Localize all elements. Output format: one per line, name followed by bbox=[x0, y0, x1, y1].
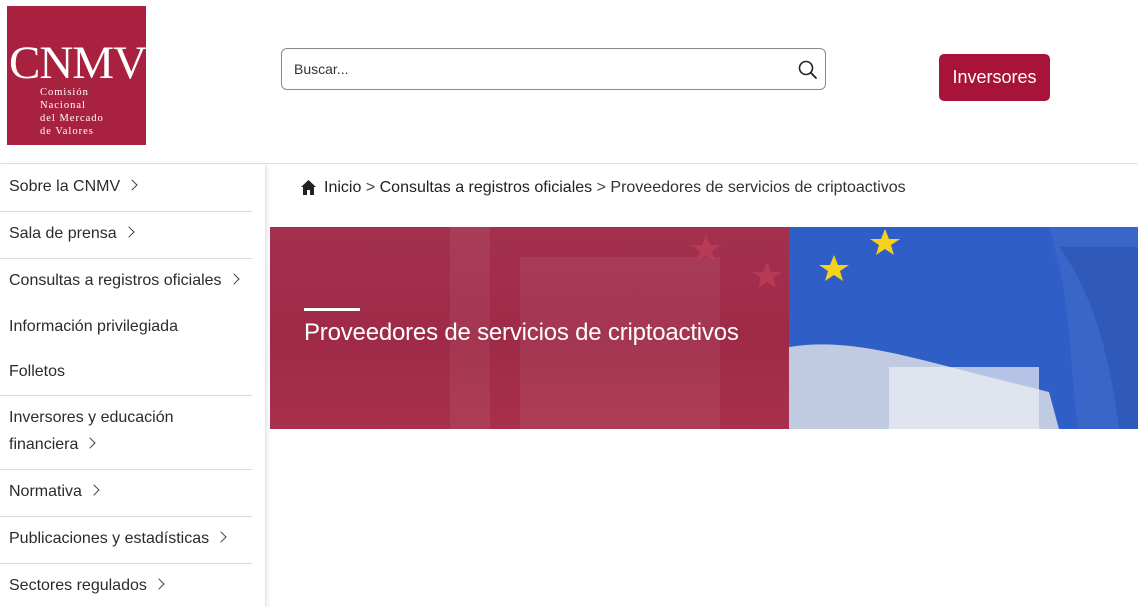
chevron-right-icon bbox=[84, 437, 97, 449]
sidebar-item-label: Sala de prensa bbox=[9, 225, 117, 242]
chevron-right-icon bbox=[215, 531, 227, 543]
breadcrumb-current: Proveedores de servicios de criptoactivo… bbox=[610, 179, 906, 196]
eu-flag-image bbox=[789, 227, 1138, 429]
divider bbox=[0, 563, 252, 564]
search-icon[interactable] bbox=[797, 59, 819, 81]
sidebar-item-label: Información privilegiada bbox=[9, 318, 178, 335]
site-header: CNMV Comisión Nacional del Mercado de Va… bbox=[0, 0, 1138, 164]
divider bbox=[0, 258, 252, 259]
sidebar-item-label: Sectores regulados bbox=[9, 577, 147, 594]
sidebar-item-sala-de-prensa[interactable]: Sala de prensa bbox=[9, 220, 252, 247]
logo-line: Nacional bbox=[40, 100, 86, 111]
logo-line: del Mercado bbox=[40, 113, 104, 124]
sidebar-item-label: Folletos bbox=[9, 363, 66, 380]
sidebar-item-consultas[interactable]: Consultas a registros oficiales bbox=[9, 267, 269, 294]
title-accent-line bbox=[304, 308, 360, 311]
chevron-right-icon bbox=[153, 578, 165, 590]
banner-overlay: Proveedores de servicios de criptoactivo… bbox=[270, 227, 789, 429]
sidebar-item-label-line2: financiera bbox=[9, 436, 79, 453]
cnmv-logo[interactable]: CNMV Comisión Nacional del Mercado de Va… bbox=[7, 6, 147, 145]
home-icon[interactable] bbox=[300, 179, 317, 196]
logo-line: Comisión bbox=[40, 87, 89, 98]
chevron-right-icon bbox=[126, 179, 138, 191]
investors-button[interactable]: Inversores bbox=[939, 54, 1050, 101]
sidebar-item-normativa[interactable]: Normativa bbox=[9, 478, 252, 505]
page-title: Proveedores de servicios de criptoactivo… bbox=[304, 319, 739, 346]
sidebar-item-sobre-la-cnmv[interactable]: Sobre la CNMV bbox=[9, 173, 252, 200]
search-input[interactable] bbox=[294, 58, 784, 80]
sidebar-item-label-line1: Inversores y educación bbox=[9, 409, 174, 426]
sidebar-item-informacion-privilegiada[interactable]: Información privilegiada bbox=[9, 313, 252, 340]
divider bbox=[0, 395, 252, 396]
divider bbox=[0, 211, 252, 212]
sidebar-item-label: Consultas a registros oficiales bbox=[9, 272, 222, 289]
sidebar-item-folletos[interactable]: Folletos bbox=[9, 358, 252, 385]
search-box bbox=[281, 48, 826, 90]
chevron-right-icon bbox=[88, 484, 100, 496]
breadcrumb-consultas-link[interactable]: Consultas a registros oficiales bbox=[380, 179, 593, 196]
sidebar-item-label: Sobre la CNMV bbox=[9, 178, 121, 195]
divider bbox=[0, 469, 252, 470]
logo-subtitle: Comisión Nacional del Mercado de Valores bbox=[40, 86, 104, 138]
sidebar-item-publicaciones[interactable]: Publicaciones y estadísticas bbox=[9, 525, 252, 552]
divider bbox=[0, 516, 252, 517]
logo-mark: CNMV bbox=[9, 37, 147, 89]
sidebar-item-label: Publicaciones y estadísticas bbox=[9, 530, 210, 547]
sidebar-item-inversores-educacion[interactable]: Inversores y educación financiera bbox=[9, 404, 252, 458]
sidebar-nav: Sobre la CNMV Sala de prensa Consultas a… bbox=[0, 165, 266, 607]
eu-flag-illustration bbox=[789, 227, 1138, 429]
breadcrumb-separator: > bbox=[365, 179, 376, 196]
breadcrumb-separator: > bbox=[596, 179, 606, 196]
chevron-right-icon bbox=[122, 226, 135, 238]
hero-banner: Proveedores de servicios de criptoactivo… bbox=[270, 227, 1138, 429]
chevron-right-icon bbox=[227, 273, 240, 285]
sidebar-item-label: Normativa bbox=[9, 483, 82, 500]
breadcrumb-trail: Inicio > Consultas a registros oficiales… bbox=[324, 179, 906, 197]
logo-line: de Valores bbox=[40, 126, 94, 137]
sidebar-item-sectores-regulados[interactable]: Sectores regulados bbox=[9, 572, 252, 599]
breadcrumb-home-link[interactable]: Inicio bbox=[324, 179, 361, 196]
